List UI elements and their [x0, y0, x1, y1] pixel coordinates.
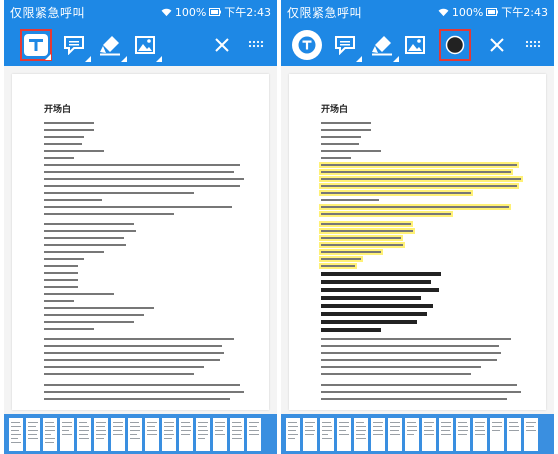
close-icon	[490, 38, 504, 52]
color-picker-button[interactable]	[439, 29, 471, 61]
text-tool-icon	[292, 30, 322, 60]
text-tool-button[interactable]	[291, 29, 323, 61]
page-thumbnail[interactable]	[94, 418, 108, 451]
dropdown-caret	[156, 56, 162, 62]
page-thumbnail[interactable]	[439, 418, 453, 451]
page-thumbnail[interactable]	[77, 418, 91, 451]
page-thumbnail[interactable]	[145, 418, 159, 451]
wifi-icon	[438, 8, 449, 16]
close-icon	[215, 38, 229, 52]
highlighter-tool-button[interactable]	[366, 29, 399, 62]
image-icon	[405, 36, 425, 54]
page-thumbnail[interactable]	[128, 418, 142, 451]
page-thumbnail[interactable]	[320, 418, 334, 451]
phone-screen-left: 仅限紧急呼叫 100% 下午2:43 开场白	[4, 0, 277, 454]
dropdown-caret	[356, 56, 362, 62]
page-thumbnail[interactable]	[337, 418, 351, 451]
document-page: 开场白	[12, 74, 269, 410]
page-thumbnail[interactable]	[230, 418, 244, 451]
time-text: 下午2:43	[501, 6, 548, 19]
annotation-toolbar	[4, 24, 277, 66]
status-icons: 100% 下午2:43	[438, 4, 548, 20]
page-thumbnail[interactable]	[422, 418, 436, 451]
page-thumbnail[interactable]	[111, 418, 125, 451]
dropdown-caret	[85, 56, 91, 62]
page-thumbnail-strip	[281, 414, 554, 454]
document-viewer[interactable]: 开场白	[4, 66, 277, 414]
highlighter-icon	[372, 36, 392, 56]
color-circle-icon	[445, 35, 465, 55]
dropdown-caret	[45, 54, 51, 60]
comment-icon	[64, 36, 84, 55]
page-thumbnail[interactable]	[354, 418, 368, 451]
page-thumbnail[interactable]	[490, 418, 504, 451]
redaction-marks	[321, 272, 441, 332]
comment-tool-button[interactable]	[329, 29, 362, 62]
page-thumbnail[interactable]	[286, 418, 300, 451]
carrier-text: 仅限紧急呼叫	[10, 6, 86, 20]
carrier-text: 仅限紧急呼叫	[287, 6, 363, 20]
status-bar: 仅限紧急呼叫 100% 下午2:43	[4, 0, 277, 24]
page-thumbnail[interactable]	[162, 418, 176, 451]
close-button[interactable]	[206, 29, 238, 61]
status-icons: 100% 下午2:43	[161, 4, 271, 20]
page-thumbnail[interactable]	[405, 418, 419, 451]
image-tool-button[interactable]	[129, 29, 162, 62]
page-thumbnail[interactable]	[213, 418, 227, 451]
document-body-text	[44, 122, 244, 400]
document-page: 开场白	[289, 74, 546, 410]
more-dots-icon	[525, 40, 541, 48]
page-thumbnail-strip	[4, 414, 277, 454]
more-button[interactable]	[517, 29, 549, 61]
document-viewer[interactable]: 开场白	[281, 66, 554, 414]
image-icon	[135, 36, 155, 54]
wifi-icon	[161, 8, 172, 16]
dropdown-caret	[121, 56, 127, 62]
battery-percent: 100%	[174, 5, 207, 19]
page-thumbnail[interactable]	[196, 418, 210, 451]
page-thumbnail[interactable]	[507, 418, 521, 451]
battery-icon	[486, 8, 499, 16]
more-button[interactable]	[240, 29, 272, 61]
phone-screen-right: 仅限紧急呼叫 100% 下午2:43 开场白	[281, 0, 554, 454]
page-thumbnail[interactable]	[371, 418, 385, 451]
page-thumbnail[interactable]	[247, 418, 261, 451]
document-body-text	[319, 122, 523, 400]
battery-icon	[209, 8, 222, 16]
page-thumbnail[interactable]	[179, 418, 193, 451]
page-thumbnail[interactable]	[60, 418, 74, 451]
close-button[interactable]	[481, 29, 513, 61]
more-dots-icon	[248, 40, 264, 48]
page-thumbnail[interactable]	[473, 418, 487, 451]
battery-percent: 100%	[451, 5, 484, 19]
page-thumbnail[interactable]	[43, 418, 57, 451]
comment-icon	[335, 36, 355, 55]
page-thumbnail[interactable]	[388, 418, 402, 451]
highlighter-tool-button[interactable]	[94, 29, 127, 62]
comment-tool-button[interactable]	[58, 29, 91, 62]
annotation-toolbar	[281, 24, 554, 66]
page-thumbnail[interactable]	[9, 418, 23, 451]
time-text: 下午2:43	[224, 6, 271, 19]
text-tool-icon	[24, 34, 48, 56]
status-bar: 仅限紧急呼叫 100% 下午2:43	[281, 0, 554, 24]
page-thumbnail[interactable]	[26, 418, 40, 451]
page-thumbnail[interactable]	[524, 418, 538, 451]
page-thumbnail[interactable]	[303, 418, 317, 451]
text-tool-button[interactable]	[20, 29, 52, 61]
image-tool-button[interactable]	[399, 29, 431, 61]
page-thumbnail[interactable]	[456, 418, 470, 451]
highlighter-icon	[100, 36, 120, 56]
